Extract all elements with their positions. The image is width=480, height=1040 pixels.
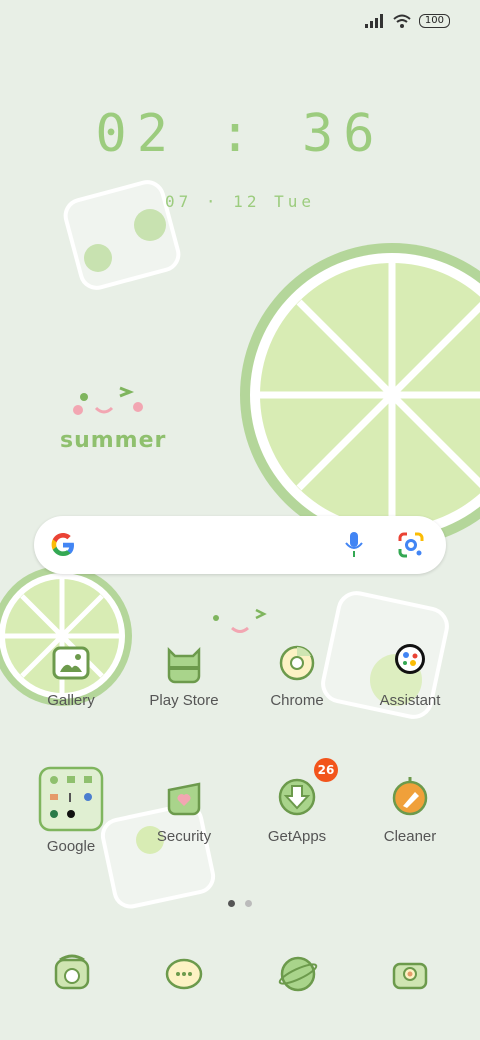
gallery-icon bbox=[48, 640, 94, 686]
page-dot[interactable] bbox=[228, 900, 235, 907]
app-gallery[interactable]: Gallery bbox=[16, 640, 126, 709]
voice-search-icon[interactable] bbox=[344, 532, 364, 558]
summer-caption: summer bbox=[60, 428, 167, 453]
app-label: Security bbox=[156, 828, 212, 845]
app-play-store[interactable]: Play Store bbox=[129, 640, 239, 709]
app-label: Chrome bbox=[270, 692, 324, 709]
app-assistant[interactable]: Assistant bbox=[355, 640, 465, 709]
lens-icon[interactable] bbox=[398, 532, 424, 558]
cleaner-icon bbox=[387, 776, 433, 822]
page-indicator[interactable] bbox=[0, 900, 480, 907]
app-label: Cleaner bbox=[383, 828, 437, 845]
app-label: GetApps bbox=[267, 828, 327, 845]
google-search-bar[interactable] bbox=[34, 516, 446, 574]
google-logo-icon bbox=[51, 533, 74, 556]
app-security[interactable]: Security bbox=[129, 776, 239, 845]
app-label: Assistant bbox=[379, 692, 441, 709]
signal-icon bbox=[364, 14, 383, 28]
page-dot[interactable] bbox=[245, 900, 252, 907]
app-chrome[interactable]: Chrome bbox=[242, 640, 352, 709]
browser-icon[interactable] bbox=[278, 952, 318, 996]
play-store-icon bbox=[161, 640, 207, 686]
getapps-icon: 26 bbox=[274, 758, 338, 822]
chrome-icon bbox=[274, 640, 320, 686]
folder-icon bbox=[38, 766, 104, 832]
app-getapps[interactable]: 26 GetApps bbox=[242, 758, 352, 845]
date-label[interactable]: 07 · 12 Tue bbox=[0, 192, 480, 211]
app-label: Gallery bbox=[47, 692, 95, 709]
app-cleaner[interactable]: Cleaner bbox=[355, 776, 465, 845]
camera-icon[interactable] bbox=[390, 952, 430, 996]
app-google-folder[interactable]: Google bbox=[16, 766, 126, 855]
assistant-icon bbox=[387, 640, 433, 686]
phone-icon[interactable] bbox=[52, 952, 92, 996]
notification-badge: 26 bbox=[314, 758, 338, 782]
security-icon bbox=[161, 776, 207, 822]
app-label: Play Store bbox=[149, 692, 219, 709]
messages-icon[interactable] bbox=[164, 952, 204, 996]
clock-widget[interactable]: 02 : 36 bbox=[0, 104, 480, 164]
app-label: Google bbox=[46, 838, 96, 855]
status-bar: 100 bbox=[364, 14, 450, 28]
battery-icon: 100 bbox=[418, 14, 450, 28]
wifi-icon bbox=[393, 14, 411, 28]
